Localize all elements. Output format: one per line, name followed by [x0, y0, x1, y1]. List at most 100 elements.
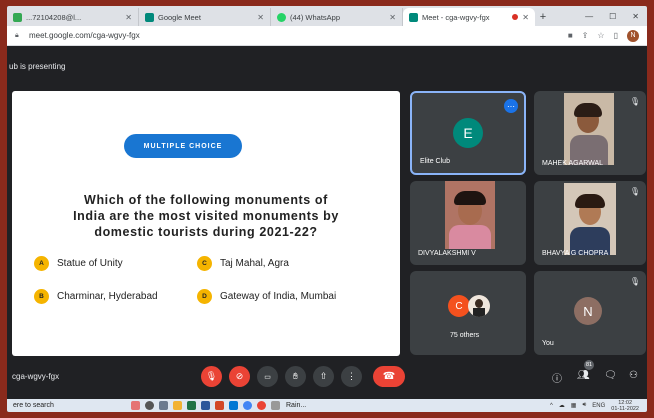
activities-icon[interactable]: ⚇: [629, 370, 638, 381]
recording-dot-icon: [512, 14, 519, 20]
close-window-icon[interactable]: ✕: [632, 12, 639, 21]
participant-tile-elite-club[interactable]: ⋯ E Elite Club: [410, 91, 526, 175]
tab-google-meet[interactable]: Google Meet ✕: [139, 8, 271, 26]
option-text: Taj Mahal, Agra: [220, 258, 289, 269]
camera-toggle-button[interactable]: ⊘: [229, 366, 250, 387]
participant-name: 75 others: [450, 332, 480, 339]
participant-tile-mahek-agarwal[interactable]: 🎙︎ MAHEK AGARWAL: [534, 91, 646, 175]
gmail-favicon-icon: [13, 12, 22, 22]
option-badge: B: [34, 289, 49, 304]
clock-date: 01-11-2022: [611, 405, 639, 412]
close-icon[interactable]: ✕: [257, 13, 264, 22]
option-badge: D: [197, 289, 212, 304]
more-options-button[interactable]: ⋮: [341, 366, 362, 387]
muted-mic-icon: 🎙︎: [629, 277, 640, 286]
people-icon[interactable]: 👥︎: [577, 370, 590, 381]
app-thumbnail-icon[interactable]: [131, 401, 140, 410]
cortana-icon[interactable]: [145, 401, 154, 410]
url-field[interactable]: meet.google.com/cga-wgvy-fgx: [29, 31, 562, 40]
present-button[interactable]: ⇧: [313, 366, 334, 387]
option-a: A Statue of Unity: [34, 256, 123, 271]
chrome-icon[interactable]: [243, 401, 252, 410]
sidebar-icon[interactable]: ▯: [614, 31, 618, 40]
maximize-icon[interactable]: ☐: [609, 12, 616, 21]
app-icon[interactable]: [271, 401, 280, 410]
task-view-icon[interactable]: [159, 401, 168, 410]
more-options-icon[interactable]: ⋯: [504, 99, 518, 113]
participant-tile-divyalakshmi[interactable]: DIVYALAKSHMI V: [410, 181, 526, 265]
participant-name: DIVYALAKSHMI V: [418, 250, 476, 257]
captions-icon: ▭: [264, 373, 271, 381]
tray-chevron-icon[interactable]: ^: [550, 403, 553, 409]
option-text: Gateway of India, Mumbai: [220, 291, 337, 302]
close-icon[interactable]: ✕: [389, 13, 396, 22]
participant-tile-you[interactable]: 🎙︎ N You: [534, 271, 646, 355]
browser-action-icons: ■ ⇪ ☆ ▯ N: [568, 29, 639, 42]
camera-icon[interactable]: ■: [568, 31, 573, 40]
video-feed: [445, 181, 495, 249]
word-icon[interactable]: [201, 401, 210, 410]
tab-gmail[interactable]: ...72104208@l... ✕: [7, 8, 139, 26]
tab-whatsapp[interactable]: (44) WhatsApp ✕: [271, 8, 403, 26]
file-explorer-icon[interactable]: [173, 401, 182, 410]
mic-off-icon: 🎙︎: [205, 371, 218, 381]
minimize-icon[interactable]: —: [585, 12, 593, 21]
volume-icon[interactable]: 🔊︎: [582, 402, 586, 409]
powerpoint-icon[interactable]: [215, 401, 224, 410]
close-icon[interactable]: ✕: [125, 13, 132, 22]
more-vert-icon: ⋮: [347, 371, 356, 381]
clock[interactable]: 12:02 01-11-2022: [611, 400, 639, 412]
new-tab-button[interactable]: +: [535, 8, 551, 26]
video-feed: [564, 183, 616, 255]
leave-call-button[interactable]: ☎︎: [373, 366, 405, 387]
browser-tab-strip: ...72104208@l... ✕ Google Meet ✕ (44) Wh…: [7, 6, 647, 26]
question-line: India are the most visited monuments by: [73, 209, 339, 223]
weather-widget[interactable]: Rain...: [286, 402, 306, 409]
participant-name: BHAVYA G CHOPRA: [542, 250, 609, 257]
hand-icon: ✋︎: [292, 371, 299, 381]
tab-label: Meet - cga-wgvy-fgx: [422, 12, 490, 22]
profile-avatar[interactable]: N: [627, 29, 639, 42]
avatar: E: [453, 118, 483, 148]
whatsapp-favicon-icon: [277, 12, 286, 22]
star-icon[interactable]: ☆: [597, 31, 604, 40]
info-icon[interactable]: ⓘ: [552, 370, 562, 385]
close-icon[interactable]: ✕: [522, 13, 529, 22]
avatar: C: [448, 295, 470, 317]
taskbar-search[interactable]: ere to search: [7, 402, 119, 409]
option-d: D Gateway of India, Mumbai: [197, 289, 336, 304]
onedrive-icon[interactable]: ☁: [559, 402, 565, 409]
meet-favicon-icon: [409, 12, 418, 22]
participant-name: Elite Club: [420, 158, 450, 165]
chat-icon[interactable]: 🗨︎: [604, 370, 617, 381]
presenting-label: ub is presenting: [9, 62, 66, 71]
address-bar: 🔒︎ meet.google.com/cga-wgvy-fgx ■ ⇪ ☆ ▯ …: [7, 26, 647, 46]
participant-tile-bhavya-chopra[interactable]: 🎙︎ BHAVYA G CHOPRA: [534, 181, 646, 265]
tab-label: ...72104208@l...: [26, 12, 82, 22]
share-icon[interactable]: ⇪: [582, 31, 589, 40]
lock-icon[interactable]: 🔒︎: [15, 32, 23, 40]
tab-label: (44) WhatsApp: [290, 12, 341, 22]
multiple-choice-pill: MULTIPLE CHOICE: [124, 134, 242, 158]
participant-tile-others[interactable]: C 75 others: [410, 271, 526, 355]
chrome-profile-icon[interactable]: [257, 401, 266, 410]
question-line: Which of the following monuments of: [84, 193, 328, 207]
option-b: B Charminar, Hyderabad: [34, 289, 158, 304]
excel-icon[interactable]: [187, 401, 196, 410]
network-icon[interactable]: ▦: [571, 402, 577, 409]
option-badge: C: [197, 256, 212, 271]
phone-hangup-icon: ☎︎: [382, 371, 396, 382]
meet-favicon-icon: [145, 12, 154, 22]
tab-meet-active[interactable]: Meet - cga-wgvy-fgx ✕: [403, 8, 535, 26]
system-tray: ^ ☁ ▦ 🔊︎ ENG 12:02 01-11-2022: [550, 400, 647, 412]
microphone-toggle-button[interactable]: 🎙︎: [201, 366, 222, 387]
presentation-slide: MULTIPLE CHOICE Which of the following m…: [12, 91, 400, 356]
captions-button[interactable]: ▭: [257, 366, 278, 387]
language-indicator[interactable]: ENG: [592, 403, 605, 409]
option-c: C Taj Mahal, Agra: [197, 256, 289, 271]
question-text: Which of the following monuments of Indi…: [20, 192, 392, 240]
mail-icon[interactable]: [229, 401, 238, 410]
camera-off-icon: ⊘: [235, 371, 244, 381]
raise-hand-button[interactable]: ✋︎: [285, 366, 306, 387]
muted-mic-icon: 🎙︎: [629, 187, 640, 196]
